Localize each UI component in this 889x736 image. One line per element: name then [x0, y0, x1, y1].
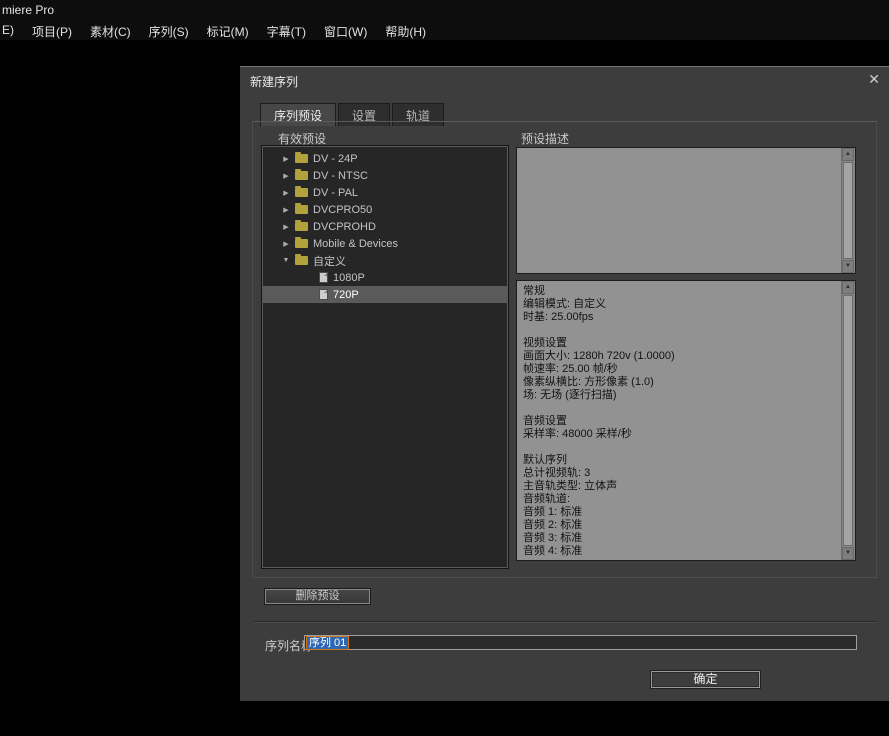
- tree-item-label: 1080P: [333, 272, 365, 284]
- menu-item[interactable]: 标记(M): [198, 21, 258, 42]
- scroll-down-icon[interactable]: ▼: [842, 547, 854, 560]
- tree-item[interactable]: ▶ DVCPROHD: [263, 218, 507, 235]
- tree-item[interactable]: ▼ 自定义: [263, 252, 507, 269]
- menu-item[interactable]: 字幕(T): [258, 21, 315, 42]
- description-scrollbar[interactable]: ▲ ▼: [841, 148, 855, 273]
- preset-tree: ▶ DV - 24P ▶ DV - NTSC ▶ DV - PAL ▶ DVCPRO50 ▶ DV…: [262, 146, 508, 568]
- scrollbar-thumb[interactable]: [843, 295, 853, 546]
- tree-item-label: 720P: [333, 289, 359, 301]
- close-icon[interactable]: ✕: [868, 71, 880, 87]
- tree-item-label: 自定义: [313, 253, 346, 269]
- file-icon: [319, 272, 328, 283]
- tree-item[interactable]: ▶ DV - NTSC: [263, 167, 507, 184]
- chevron-right-icon[interactable]: ▶: [281, 155, 291, 163]
- scroll-down-icon[interactable]: ▼: [842, 260, 854, 273]
- new-sequence-dialog: 新建序列 ✕ 序列预设 设置 轨道 有效预设 预设描述 ▶DV - 24P▶DV…: [240, 66, 889, 701]
- folder-icon: [295, 239, 308, 248]
- menu-item[interactable]: E): [0, 21, 23, 42]
- chevron-right-icon[interactable]: ▶: [281, 223, 291, 231]
- tree-item[interactable]: 720P: [263, 286, 507, 303]
- preset-description-label: 预设描述: [521, 130, 569, 147]
- scrollbar-thumb[interactable]: [843, 162, 853, 259]
- tree-item[interactable]: 1080P: [263, 269, 507, 286]
- tree-item-label: DV - PAL: [313, 187, 358, 199]
- separator: [254, 621, 875, 623]
- folder-icon: [295, 256, 308, 265]
- available-presets-label: 有效预设: [278, 130, 326, 147]
- details-scrollbar[interactable]: ▲ ▼: [841, 281, 855, 560]
- tree-item-label: DVCPRO50: [313, 204, 372, 216]
- chevron-right-icon[interactable]: ▶: [281, 189, 291, 197]
- menu-item[interactable]: 窗口(W): [315, 21, 376, 42]
- folder-icon: [295, 188, 308, 197]
- tree-item[interactable]: ▶ DV - PAL: [263, 184, 507, 201]
- preset-details-box: 常规 编辑模式: 自定义 时基: 25.00fps 视频设置 画面大小: 128…: [516, 280, 856, 561]
- sequence-name-input[interactable]: 序列 01: [304, 635, 857, 650]
- scroll-up-icon[interactable]: ▲: [842, 281, 854, 294]
- preset-details-text: 常规 编辑模式: 自定义 时基: 25.00fps 视频设置 画面大小: 128…: [523, 285, 838, 557]
- delete-preset-button[interactable]: 删除预设: [265, 589, 370, 604]
- dialog-title: 新建序列: [250, 73, 298, 90]
- menu-item[interactable]: 帮助(H): [376, 21, 435, 42]
- chevron-down-icon[interactable]: ▼: [281, 257, 291, 264]
- app-title: miere Pro: [2, 3, 54, 17]
- file-icon: [319, 289, 328, 300]
- folder-icon: [295, 222, 308, 231]
- tree-item[interactable]: ▶ DVCPRO50: [263, 201, 507, 218]
- tree-item-label: DV - NTSC: [313, 170, 368, 182]
- tree-item-label: DV - 24P: [313, 153, 358, 165]
- scroll-up-icon[interactable]: ▲: [842, 148, 854, 161]
- chevron-right-icon[interactable]: ▶: [281, 172, 291, 180]
- menu-bar: E)项目(P)素材(C)序列(S)标记(M)字幕(T)窗口(W)帮助(H): [0, 21, 435, 42]
- tree-item[interactable]: ▶ DV - 24P: [263, 150, 507, 167]
- menu-item[interactable]: 序列(S): [140, 21, 198, 42]
- tree-item-label: Mobile & Devices: [313, 238, 398, 250]
- folder-icon: [295, 171, 308, 180]
- menu-item[interactable]: 项目(P): [23, 21, 81, 42]
- chevron-right-icon[interactable]: ▶: [281, 206, 291, 214]
- sequence-name-value: 序列 01: [307, 637, 348, 649]
- tree-item-label: DVCPROHD: [313, 221, 376, 233]
- tree-item[interactable]: ▶ Mobile & Devices: [263, 235, 507, 252]
- chevron-right-icon[interactable]: ▶: [281, 240, 291, 248]
- folder-icon: [295, 154, 308, 163]
- preset-description-text: [523, 152, 838, 270]
- ok-button[interactable]: 确定: [651, 671, 760, 688]
- menu-item[interactable]: 素材(C): [81, 21, 140, 42]
- app-top-bar: miere Pro E)项目(P)素材(C)序列(S)标记(M)字幕(T)窗口(…: [0, 0, 889, 40]
- folder-icon: [295, 205, 308, 214]
- preset-description-box: ▲ ▼: [516, 147, 856, 274]
